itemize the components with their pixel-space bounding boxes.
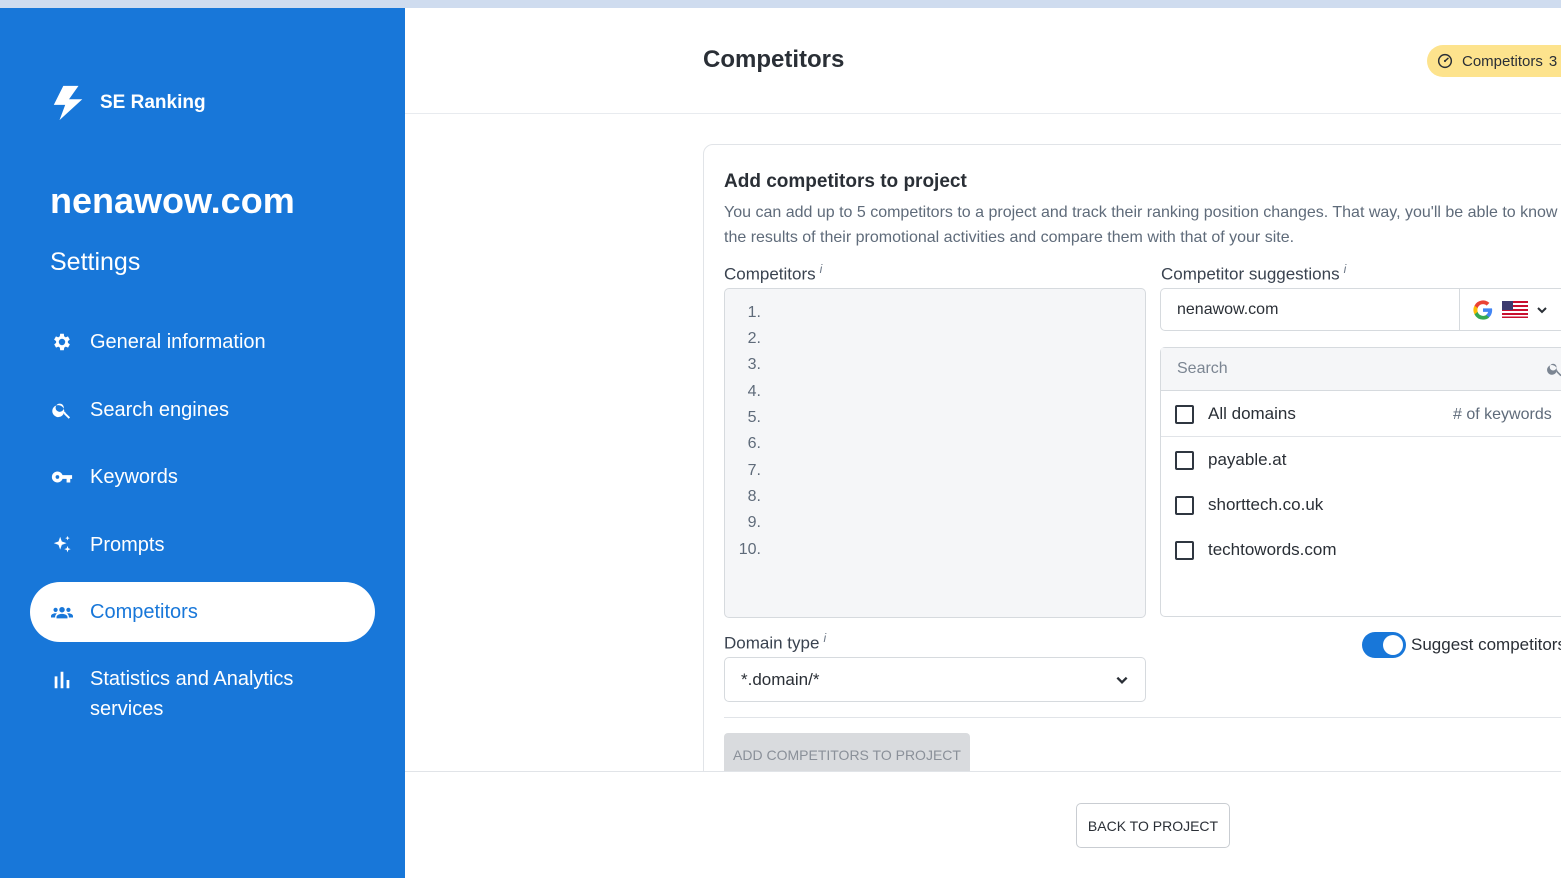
- sparkle-icon: [50, 533, 74, 557]
- add-competitors-card: Add competitors to project You can add u…: [703, 144, 1561, 784]
- page-header: Competitors Competitors 3: [405, 8, 1561, 114]
- search-icon: [50, 398, 74, 422]
- line-number: 3.: [747, 356, 761, 373]
- suggestions-list: Search All domains # of keywords payable…: [1160, 347, 1561, 617]
- page-footer: BACK TO PROJECT: [405, 771, 1561, 878]
- sidebar-item-search-engines[interactable]: Search engines: [30, 380, 375, 440]
- competitors-label-text: Competitors: [724, 264, 816, 284]
- sidebar: SE Ranking nenawow.com Settings: [0, 8, 405, 878]
- divider: [724, 717, 1561, 718]
- line-number: 9.: [747, 514, 761, 531]
- suggestions-search-input[interactable]: Search: [1161, 348, 1561, 391]
- bar-chart-icon: [50, 668, 74, 692]
- line-number: 2.: [747, 330, 761, 347]
- us-flag-icon: [1502, 301, 1528, 318]
- info-icon[interactable]: i: [820, 262, 823, 276]
- all-domains-checkbox-row[interactable]: All domains: [1175, 402, 1296, 426]
- sidebar-item-competitors[interactable]: Competitors: [30, 582, 375, 642]
- search-icon[interactable]: [1546, 360, 1561, 383]
- sidebar-item-prompts[interactable]: Prompts: [30, 515, 375, 575]
- info-icon[interactable]: i: [823, 631, 826, 645]
- suggestion-domain: payable.at: [1208, 450, 1287, 469]
- sidebar-item-label: Statistics and Analytics services: [90, 668, 294, 720]
- suggestion-checkbox[interactable]: [1175, 450, 1194, 470]
- suggestion-row[interactable]: shorttech.co.uk: [1175, 493, 1323, 517]
- sidebar-item-general-information[interactable]: General information: [30, 312, 375, 372]
- people-icon: [50, 600, 74, 624]
- suggest-competitors-label: Suggest competitors: [1411, 635, 1561, 654]
- competitor-suggestions-label: Competitor suggestions i: [1161, 262, 1346, 285]
- key-icon: [50, 465, 74, 489]
- suggestion-domain: techtowords.com: [1208, 540, 1337, 559]
- domain-type-label: Domain type i: [724, 631, 826, 654]
- gear-icon: [50, 330, 74, 354]
- suggestion-checkbox[interactable]: [1175, 540, 1194, 560]
- competitors-label: Competitors i: [724, 262, 822, 285]
- badge-count: 3: [1548, 52, 1558, 70]
- brand-name: SE Ranking: [100, 92, 206, 113]
- sidebar-item-statistics-analytics[interactable]: Statistics and Analytics services: [30, 658, 375, 736]
- all-domains-label: All domains: [1208, 404, 1296, 423]
- info-icon[interactable]: i: [1344, 262, 1347, 276]
- suggestion-row[interactable]: techtowords.com: [1175, 538, 1337, 562]
- card-description: You can add up to 5 competitors to a pro…: [724, 204, 1558, 246]
- suggestion-domain: shorttech.co.uk: [1208, 495, 1324, 514]
- toggle-knob: [1383, 635, 1403, 655]
- suggest-competitors-toggle[interactable]: [1362, 632, 1406, 658]
- domain-type-label-text: Domain type: [724, 633, 820, 653]
- speedometer-icon: [1437, 53, 1453, 69]
- google-icon: [1473, 299, 1493, 320]
- domain-type-value: *.domain/*: [741, 669, 820, 689]
- line-number: 1.: [747, 304, 761, 321]
- suggestion-domain-input[interactable]: nenawow.com: [1160, 288, 1460, 331]
- keywords-count-column-header: # of keywords: [1453, 406, 1552, 423]
- line-number: 4.: [747, 383, 761, 400]
- divider: [1161, 436, 1561, 437]
- line-number: 7.: [747, 462, 761, 479]
- chevron-down-icon: [1537, 306, 1547, 313]
- se-ranking-logo-icon: [53, 85, 83, 121]
- sidebar-item-label: Search engines: [90, 399, 229, 421]
- brand-logo[interactable]: SE Ranking: [50, 84, 206, 122]
- sidebar-item-label: Keywords: [90, 466, 178, 488]
- line-number: 8.: [747, 488, 761, 505]
- competitors-textarea[interactable]: 1. 2. 3. 4. 5. 6. 7. 8. 9. 10.: [724, 288, 1146, 618]
- sidebar-item-label: Competitors: [90, 601, 198, 623]
- all-domains-checkbox[interactable]: [1175, 404, 1194, 424]
- suggestions-label-text: Competitor suggestions: [1161, 264, 1340, 284]
- browser-top-strip: [0, 0, 1561, 8]
- project-name: nenawow.com: [50, 180, 295, 221]
- competitors-limit-badge[interactable]: Competitors 3: [1427, 45, 1561, 77]
- badge-label: Competitors: [1462, 52, 1543, 70]
- card-title: Add competitors to project: [724, 171, 967, 192]
- suggestion-checkbox[interactable]: [1175, 495, 1194, 515]
- line-number: 10.: [738, 541, 761, 558]
- search-engine-select[interactable]: [1459, 288, 1561, 331]
- chevron-down-icon: [1116, 676, 1128, 684]
- sidebar-item-label: General information: [90, 331, 266, 353]
- page-title: Competitors: [703, 46, 845, 73]
- settings-title: Settings: [50, 248, 141, 276]
- suggestion-row[interactable]: payable.at: [1175, 448, 1286, 472]
- domain-type-select[interactable]: *.domain/*: [724, 657, 1146, 702]
- sidebar-item-label: Prompts: [90, 534, 165, 556]
- back-to-project-button[interactable]: BACK TO PROJECT: [1076, 803, 1230, 848]
- line-number: 5.: [747, 409, 761, 426]
- line-number: 6.: [747, 435, 761, 452]
- sidebar-item-keywords[interactable]: Keywords: [30, 447, 375, 507]
